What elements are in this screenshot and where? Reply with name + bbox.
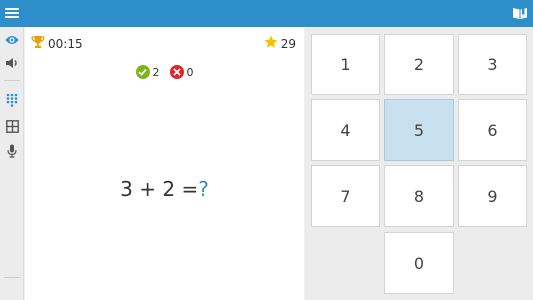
wrong-result: 0	[169, 65, 194, 79]
results-summary: 2 0	[25, 65, 304, 79]
squares-grid-icon[interactable]	[4, 118, 20, 134]
hamburger-menu-icon[interactable]	[4, 5, 20, 21]
star-icon	[264, 35, 278, 52]
timer: 00:15	[31, 35, 83, 52]
speaker-icon[interactable]	[4, 55, 20, 71]
score-value: 29	[280, 36, 296, 51]
sidebar-divider	[4, 80, 20, 81]
key-6[interactable]: 6	[458, 99, 527, 161]
timer-value: 00:15	[48, 36, 83, 51]
key-5[interactable]: 5	[384, 99, 454, 161]
wrong-count: 0	[186, 65, 194, 79]
close-icon	[169, 65, 184, 79]
sidebar-divider	[4, 277, 20, 278]
mode-sidebar	[0, 27, 24, 300]
key-9[interactable]: 9	[458, 165, 527, 227]
key-4[interactable]: 4	[311, 99, 380, 161]
key-7[interactable]: 7	[311, 165, 380, 227]
math-problem: 3 + 2 =?	[25, 177, 304, 201]
correct-result: 2	[135, 65, 160, 79]
key-1[interactable]: 1	[311, 34, 380, 95]
key-8[interactable]: 8	[384, 165, 454, 227]
key-0[interactable]: 0	[384, 232, 454, 294]
score: 29	[264, 35, 296, 52]
key-3[interactable]: 3	[458, 34, 527, 95]
app-toolbar	[0, 0, 533, 27]
correct-count: 2	[152, 65, 160, 79]
check-icon	[135, 65, 150, 79]
game-panel: 00:15 29 2 0 3 + 2 =?	[25, 27, 304, 300]
microphone-icon[interactable]	[4, 143, 20, 159]
problem-equals: =	[181, 177, 199, 201]
eye-icon[interactable]	[4, 32, 20, 48]
open-book-icon[interactable]	[512, 5, 528, 21]
trophy-icon	[31, 35, 45, 52]
number-keypad: 1 2 3 4 5 6 7 8 9 0	[305, 27, 533, 300]
problem-operator: +	[139, 177, 156, 201]
keypad-grid-icon[interactable]	[4, 92, 20, 108]
key-2[interactable]: 2	[384, 34, 454, 95]
problem-left-operand: 3	[120, 177, 133, 201]
problem-right-operand: 2	[162, 177, 176, 201]
answer-placeholder: ?	[198, 177, 209, 201]
